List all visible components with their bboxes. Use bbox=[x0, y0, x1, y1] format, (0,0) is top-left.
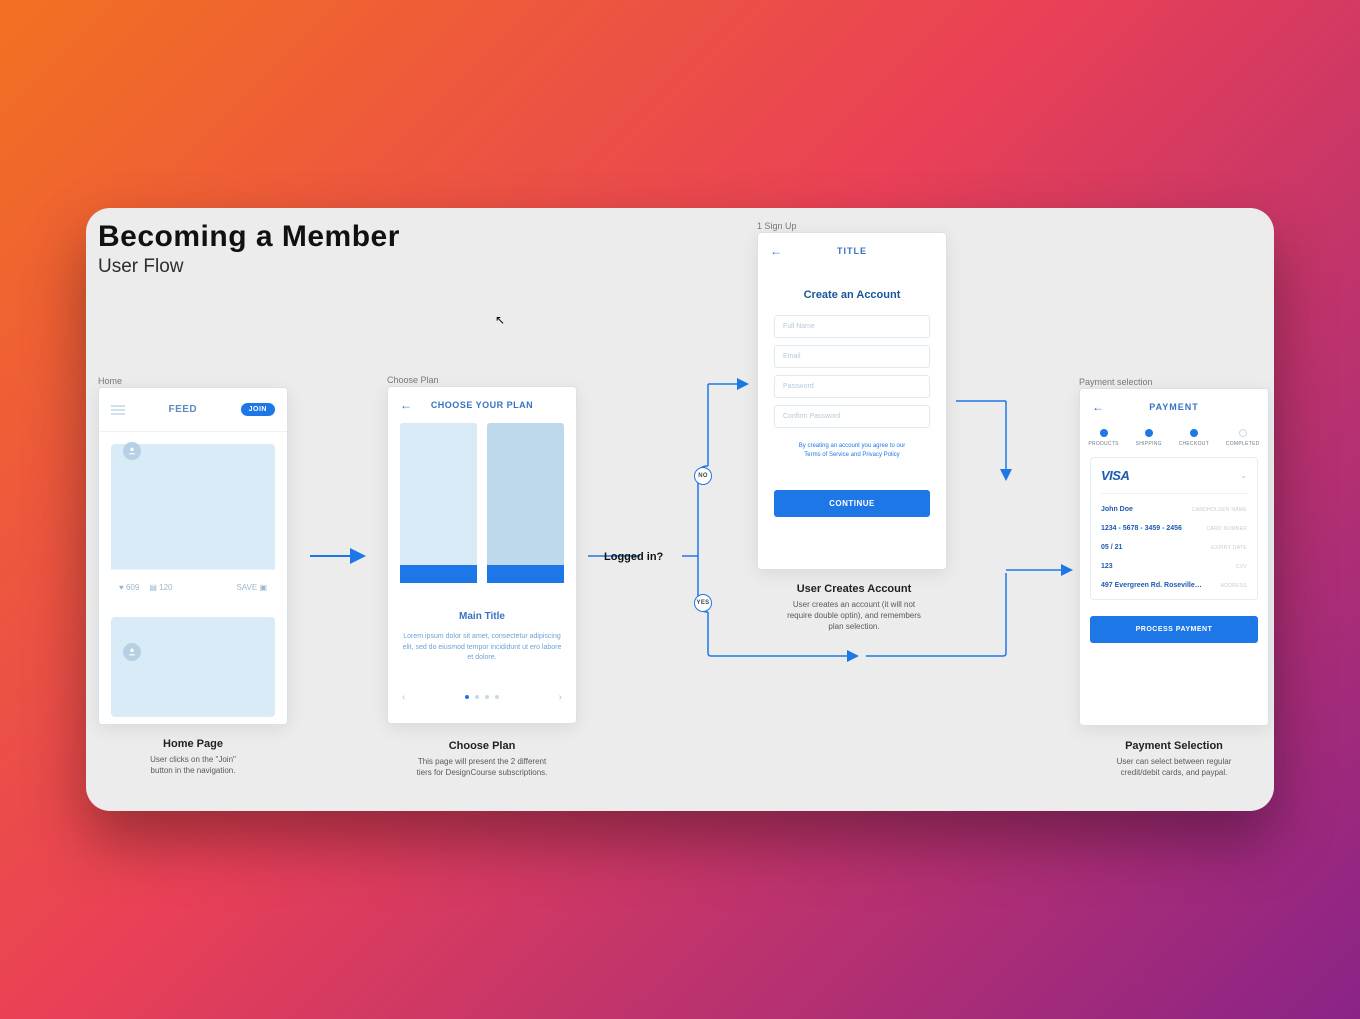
terms-link[interactable]: Terms of Service bbox=[804, 452, 849, 458]
caption-desc: User creates an account (it will not req… bbox=[786, 599, 922, 633]
payment-card-form: VISA ⌄ John Doe CARDHOLDER NAME 1234 - 56… bbox=[1090, 457, 1258, 600]
hamburger-icon[interactable] bbox=[111, 405, 125, 415]
password-input[interactable]: Password bbox=[774, 375, 930, 398]
plan-wireframe: ← CHOOSE YOUR PLAN Main Title Lorem ipsu… bbox=[387, 386, 577, 724]
signup-top-bar: ← TITLE bbox=[758, 233, 946, 269]
avatar-icon bbox=[123, 643, 141, 661]
back-arrow-icon[interactable]: ← bbox=[770, 244, 783, 258]
plan-pager: ‹ › bbox=[388, 674, 576, 709]
terms-text: By creating an account you agree to our … bbox=[758, 442, 946, 460]
caption-home: Home Page User clicks on the "Join" butt… bbox=[138, 738, 248, 776]
feed-title: FEED bbox=[168, 404, 197, 415]
cvv-value[interactable]: 123 bbox=[1101, 563, 1113, 570]
step-shipping: SHIPPING bbox=[1136, 429, 1162, 447]
privacy-link[interactable]: Privacy Policy bbox=[862, 452, 899, 458]
feed-card-1: ♥ 609 ▤ 120 SAVE ▣ bbox=[111, 444, 275, 605]
join-button[interactable]: JOIN bbox=[241, 403, 275, 416]
fullname-input[interactable]: Full Name bbox=[774, 315, 930, 338]
caption-plan: Choose Plan This page will present the 2… bbox=[414, 740, 550, 778]
decision-no: NO bbox=[694, 467, 712, 485]
cardholder-label: CARDHOLDER NAME bbox=[1192, 507, 1247, 513]
caption-payment: Payment Selection User can select betwee… bbox=[1106, 740, 1242, 778]
payment-wireframe: ← PAYMENT PRODUCTS SHIPPING CHECKOUT COM… bbox=[1079, 388, 1269, 726]
back-arrow-icon[interactable]: ← bbox=[1092, 400, 1105, 414]
frame-label-plan: Choose Plan bbox=[387, 375, 439, 385]
caption-title: User Creates Account bbox=[786, 583, 922, 595]
address-label: ADDRESS bbox=[1221, 583, 1247, 589]
cvv-label: CVV bbox=[1236, 564, 1247, 570]
decision-yes: YES bbox=[694, 594, 712, 612]
plan-description: Lorem ipsum dolor sit amet, consectetur … bbox=[388, 622, 576, 674]
plan-option-2[interactable] bbox=[487, 423, 564, 583]
cardnumber-label: CARD NUMBER bbox=[1206, 526, 1247, 532]
plan-option-1[interactable] bbox=[400, 423, 477, 583]
frame-label-signup: 1 Sign Up bbox=[757, 221, 797, 231]
prev-arrow-icon[interactable]: ‹ bbox=[402, 692, 405, 703]
step-products: PRODUCTS bbox=[1088, 429, 1118, 447]
step-checkout: CHECKOUT bbox=[1179, 429, 1209, 447]
userflow-canvas: Becoming a Member User Flow ↖ Home bbox=[86, 208, 1274, 811]
caption-title: Payment Selection bbox=[1106, 740, 1242, 752]
payment-top-bar: ← PAYMENT bbox=[1080, 389, 1268, 425]
canvas-title: Becoming a Member bbox=[98, 220, 400, 254]
card-type-selector[interactable]: VISA ⌄ bbox=[1101, 468, 1247, 494]
frame-label-home: Home bbox=[98, 376, 122, 386]
chevron-down-icon: ⌄ bbox=[1240, 471, 1247, 480]
plan-options bbox=[388, 423, 576, 583]
caption-desc: User can select between regular credit/d… bbox=[1106, 756, 1242, 778]
home-top-bar: FEED JOIN bbox=[99, 388, 287, 432]
caption-desc: User clicks on the "Join" button in the … bbox=[138, 754, 248, 776]
feed-card-2 bbox=[111, 617, 275, 717]
plan-top-bar: ← CHOOSE YOUR PLAN bbox=[388, 387, 576, 423]
step-completed: COMPLETED bbox=[1226, 429, 1260, 447]
home-wireframe: FEED JOIN ♥ 609 ▤ 120 SAVE ▣ bbox=[98, 387, 288, 725]
signup-wireframe: ← TITLE Create an Account Full Name Emai… bbox=[757, 232, 947, 570]
comments-count: ▤ 120 bbox=[149, 583, 172, 592]
next-arrow-icon[interactable]: › bbox=[559, 692, 562, 703]
payment-steps: PRODUCTS SHIPPING CHECKOUT COMPLETED bbox=[1080, 425, 1268, 457]
cardnumber-value[interactable]: 1234 - 5678 - 3459 - 2456 bbox=[1101, 525, 1182, 532]
cardholder-value[interactable]: John Doe bbox=[1101, 506, 1133, 513]
email-input[interactable]: Email bbox=[774, 345, 930, 368]
confirm-password-input[interactable]: Confirm Password bbox=[774, 405, 930, 428]
payment-title: PAYMENT bbox=[1080, 402, 1268, 412]
continue-button[interactable]: CONTINUE bbox=[774, 490, 930, 517]
frame-label-payment: Payment selection bbox=[1079, 377, 1153, 387]
process-payment-button[interactable]: PROCESS PAYMENT bbox=[1090, 616, 1258, 643]
signup-top-title: TITLE bbox=[758, 246, 946, 256]
caption-title: Choose Plan bbox=[414, 740, 550, 752]
avatar-icon bbox=[123, 442, 141, 460]
cursor-icon: ↖ bbox=[495, 313, 505, 327]
signup-heading: Create an Account bbox=[758, 289, 946, 301]
canvas-subtitle: User Flow bbox=[98, 256, 400, 278]
caption-desc: This page will present the 2 different t… bbox=[414, 756, 550, 778]
caption-title: Home Page bbox=[138, 738, 248, 750]
canvas-title-block: Becoming a Member User Flow bbox=[98, 220, 400, 278]
visa-logo: VISA bbox=[1101, 468, 1129, 483]
plan-title: CHOOSE YOUR PLAN bbox=[400, 400, 564, 410]
save-button[interactable]: SAVE ▣ bbox=[236, 583, 267, 592]
plan-main-title: Main Title bbox=[388, 611, 576, 622]
likes-count: ♥ 609 bbox=[119, 583, 139, 592]
expiry-label: EXPIRY DATE bbox=[1211, 545, 1247, 551]
caption-signup: User Creates Account User creates an acc… bbox=[786, 583, 922, 633]
decision-logged-in: Logged in? bbox=[604, 551, 663, 563]
back-arrow-icon[interactable]: ← bbox=[400, 398, 413, 412]
pager-dots bbox=[465, 695, 499, 699]
expiry-value[interactable]: 05 / 21 bbox=[1101, 544, 1122, 551]
address-value[interactable]: 497 Evergreen Rd. Roseville… bbox=[1101, 582, 1202, 589]
feed-card-toolbar: ♥ 609 ▤ 120 SAVE ▣ bbox=[111, 569, 275, 605]
